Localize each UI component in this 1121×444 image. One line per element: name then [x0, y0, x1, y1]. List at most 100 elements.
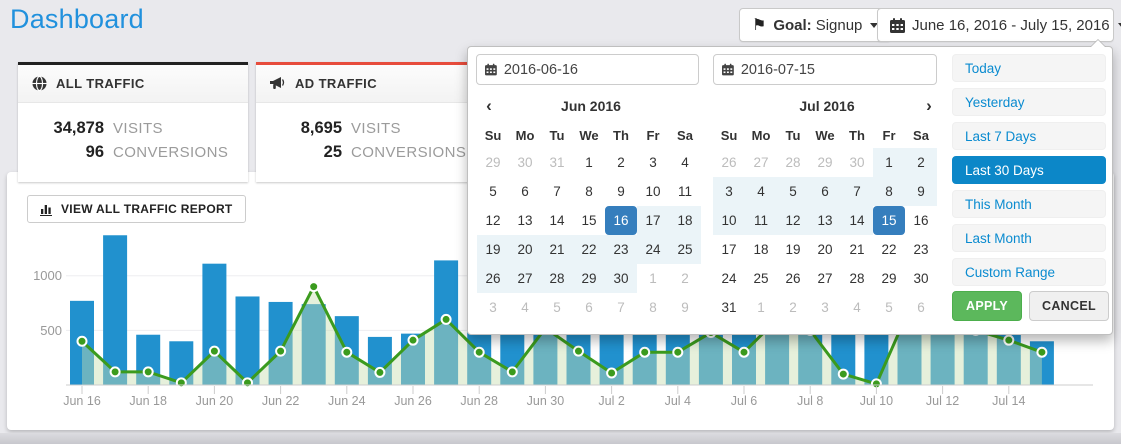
day-cell[interactable]: 21	[541, 235, 573, 264]
view-all-traffic-report-button[interactable]: VIEW ALL TRAFFIC REPORT	[27, 195, 246, 223]
chevron-left-icon[interactable]: ‹	[477, 93, 501, 119]
day-cell[interactable]: 3	[809, 293, 841, 322]
date-range-dropdown-button[interactable]: June 16, 2016 - July 15, 2016	[877, 8, 1114, 42]
day-cell-selected[interactable]: 15	[873, 206, 905, 235]
day-cell[interactable]: 22	[573, 235, 605, 264]
day-cell[interactable]: 23	[905, 235, 937, 264]
day-cell[interactable]: 13	[809, 206, 841, 235]
day-cell[interactable]: 3	[713, 177, 745, 206]
day-cell[interactable]: 1	[573, 148, 605, 177]
day-cell[interactable]: 1	[637, 264, 669, 293]
day-cell[interactable]: 23	[605, 235, 637, 264]
day-cell[interactable]: 18	[745, 235, 777, 264]
day-cell[interactable]: 24	[637, 235, 669, 264]
preset-range-last-30-days[interactable]: Last 30 Days	[952, 156, 1106, 184]
day-cell[interactable]: 12	[777, 206, 809, 235]
preset-range-last-month[interactable]: Last Month	[952, 224, 1106, 252]
day-cell[interactable]: 30	[509, 148, 541, 177]
day-cell[interactable]: 10	[637, 177, 669, 206]
goal-dropdown-button[interactable]: ⚑ Goal: Signup	[739, 8, 891, 42]
day-cell[interactable]: 4	[669, 148, 701, 177]
day-cell[interactable]: 5	[777, 177, 809, 206]
preset-range-custom-range[interactable]: Custom Range	[952, 258, 1106, 286]
day-cell[interactable]: 4	[509, 293, 541, 322]
day-cell[interactable]: 5	[477, 177, 509, 206]
day-cell[interactable]: 5	[541, 293, 573, 322]
day-cell[interactable]: 2	[605, 148, 637, 177]
day-cell[interactable]: 2	[905, 148, 937, 177]
day-cell[interactable]: 4	[745, 177, 777, 206]
day-cell[interactable]: 11	[745, 206, 777, 235]
day-cell[interactable]: 31	[713, 293, 745, 322]
day-cell[interactable]: 29	[573, 264, 605, 293]
day-cell[interactable]: 3	[637, 148, 669, 177]
day-cell-selected[interactable]: 16	[605, 206, 637, 235]
day-cell[interactable]: 5	[873, 293, 905, 322]
day-cell[interactable]: 2	[777, 293, 809, 322]
day-cell[interactable]: 18	[669, 206, 701, 235]
day-cell[interactable]: 20	[809, 235, 841, 264]
day-cell[interactable]: 3	[477, 293, 509, 322]
day-cell[interactable]: 1	[745, 293, 777, 322]
day-cell[interactable]: 28	[841, 264, 873, 293]
day-cell[interactable]: 28	[541, 264, 573, 293]
day-cell[interactable]: 9	[669, 293, 701, 322]
day-cell[interactable]: 10	[713, 206, 745, 235]
cancel-button[interactable]: CANCEL	[1029, 291, 1109, 321]
day-cell[interactable]: 29	[873, 264, 905, 293]
day-cell[interactable]: 31	[541, 148, 573, 177]
preset-range-today[interactable]: Today	[952, 54, 1106, 82]
day-cell[interactable]: 7	[541, 177, 573, 206]
day-cell[interactable]: 11	[669, 177, 701, 206]
day-cell[interactable]: 9	[605, 177, 637, 206]
start-date-input[interactable]	[504, 62, 690, 78]
day-cell[interactable]: 19	[777, 235, 809, 264]
preset-range-last-7-days[interactable]: Last 7 Days	[952, 122, 1106, 150]
day-cell[interactable]: 26	[713, 148, 745, 177]
day-cell[interactable]: 24	[713, 264, 745, 293]
day-cell[interactable]: 26	[477, 264, 509, 293]
day-cell[interactable]: 12	[477, 206, 509, 235]
chevron-right-icon[interactable]: ›	[917, 93, 941, 119]
day-cell[interactable]: 13	[509, 206, 541, 235]
day-cell[interactable]: 30	[605, 264, 637, 293]
day-cell[interactable]: 17	[637, 206, 669, 235]
day-cell[interactable]: 7	[841, 177, 873, 206]
day-cell[interactable]: 9	[905, 177, 937, 206]
day-cell[interactable]: 8	[573, 177, 605, 206]
day-cell[interactable]: 30	[841, 148, 873, 177]
day-cell[interactable]: 20	[509, 235, 541, 264]
day-cell[interactable]: 6	[905, 293, 937, 322]
day-cell[interactable]: 4	[841, 293, 873, 322]
day-cell[interactable]: 17	[713, 235, 745, 264]
day-cell[interactable]: 19	[477, 235, 509, 264]
day-cell[interactable]: 27	[809, 264, 841, 293]
day-cell[interactable]: 21	[841, 235, 873, 264]
end-date-input[interactable]	[741, 62, 928, 78]
day-cell[interactable]: 16	[905, 206, 937, 235]
day-cell[interactable]: 2	[669, 264, 701, 293]
day-cell[interactable]: 6	[809, 177, 841, 206]
day-cell[interactable]: 29	[809, 148, 841, 177]
day-cell[interactable]: 14	[541, 206, 573, 235]
day-cell[interactable]: 1	[873, 148, 905, 177]
day-cell[interactable]: 29	[477, 148, 509, 177]
day-cell[interactable]: 22	[873, 235, 905, 264]
day-cell[interactable]: 14	[841, 206, 873, 235]
day-cell[interactable]: 8	[873, 177, 905, 206]
day-cell[interactable]: 15	[573, 206, 605, 235]
day-cell[interactable]: 26	[777, 264, 809, 293]
preset-range-this-month[interactable]: This Month	[952, 190, 1106, 218]
day-cell[interactable]: 28	[777, 148, 809, 177]
day-cell[interactable]: 6	[573, 293, 605, 322]
day-cell[interactable]: 25	[669, 235, 701, 264]
day-cell[interactable]: 27	[509, 264, 541, 293]
day-cell[interactable]: 8	[637, 293, 669, 322]
day-cell[interactable]: 6	[509, 177, 541, 206]
preset-range-yesterday[interactable]: Yesterday	[952, 88, 1106, 116]
day-cell[interactable]: 7	[605, 293, 637, 322]
day-cell[interactable]: 25	[745, 264, 777, 293]
day-cell[interactable]: 30	[905, 264, 937, 293]
apply-button[interactable]: APPLY	[952, 291, 1022, 321]
day-cell[interactable]: 27	[745, 148, 777, 177]
